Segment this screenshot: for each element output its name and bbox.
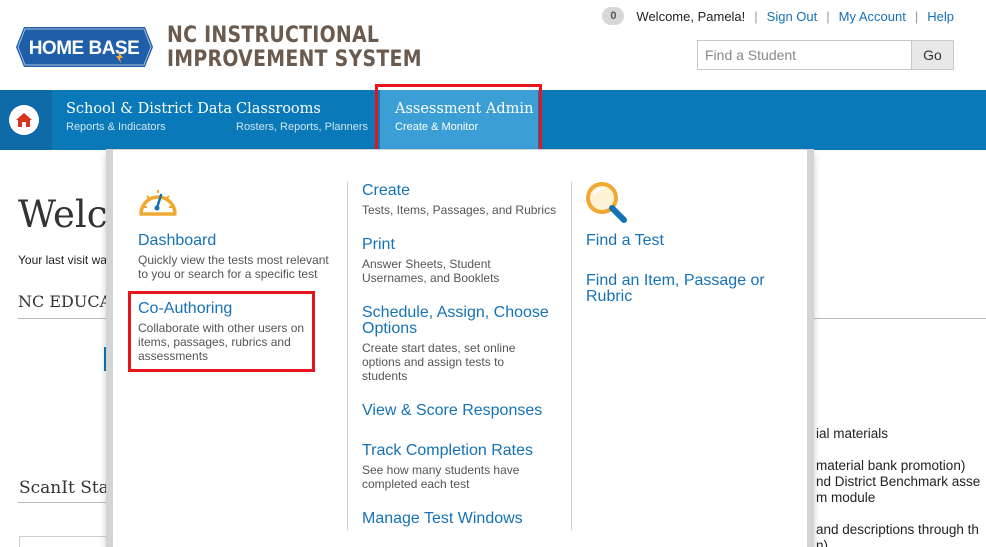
home-button[interactable] <box>9 105 39 135</box>
home-icon <box>16 113 32 127</box>
separator: | <box>914 8 919 24</box>
divider <box>18 502 108 503</box>
track-desc: See how many students have <box>362 463 520 477</box>
manage-test-windows-link[interactable]: Manage Test Windows <box>362 511 523 527</box>
track-desc: completed each test <box>362 477 470 491</box>
create-desc: Tests, Items, Passages, and Rubrics <box>362 203 557 217</box>
view-score-responses-link[interactable]: View & Score Responses <box>362 403 542 419</box>
sign-out-link[interactable]: Sign Out <box>767 9 818 24</box>
schedule-assign-link[interactable]: Schedule, Assign, Choose <box>362 305 549 321</box>
coauthoring-desc: items, passages, rubrics and <box>138 335 291 349</box>
announcement-text: ial materials <box>816 426 889 441</box>
system-title: NC INSTRUCTIONAL IMPROVEMENT SYSTEM <box>167 24 422 72</box>
nav-classrooms[interactable]: Classrooms Rosters, Reports, Planners <box>236 90 368 150</box>
dashboard-desc: Quickly view the tests most relevant <box>138 253 329 267</box>
divider <box>813 318 986 319</box>
column-divider <box>571 182 572 530</box>
system-title-line1: NC INSTRUCTIONAL <box>167 23 380 48</box>
home-tab[interactable] <box>0 90 52 150</box>
utility-bar: 0 Welcome, Pamela! | Sign Out | My Accou… <box>602 7 954 25</box>
announcement-text: material bank promotion) <box>816 458 966 473</box>
nav-item-subtitle: Reports & Indicators <box>66 121 166 133</box>
coauthoring-desc: assessments <box>138 349 209 363</box>
track-completion-link[interactable]: Track Completion Rates <box>362 443 533 459</box>
scanit-heading: ScanIt Sta <box>19 478 109 498</box>
home-base-logo[interactable]: HOME BASE <box>16 27 153 67</box>
nav-item-title: School & District Data <box>66 101 233 117</box>
coauthoring-desc: Collaborate with other users on <box>138 321 305 335</box>
speedometer-icon <box>139 190 177 216</box>
announcement-text: m module <box>816 490 876 505</box>
page-heading: Welc <box>18 193 108 236</box>
nav-item-title: Classrooms <box>236 101 321 117</box>
dashboard-link[interactable]: Dashboard <box>138 233 216 249</box>
find-student-input[interactable] <box>697 40 911 70</box>
highlight-box-assessment-admin <box>375 84 542 159</box>
announcement-text: nd District Benchmark asse <box>816 474 981 489</box>
system-title-line2: IMPROVEMENT SYSTEM <box>167 47 422 72</box>
coauthoring-link[interactable]: Co-Authoring <box>138 301 232 317</box>
announcement-text: and descriptions through th <box>816 522 979 537</box>
print-desc: Usernames, and Booklets <box>362 271 500 285</box>
magnifier-icon <box>586 182 627 223</box>
my-account-link[interactable]: My Account <box>839 9 906 24</box>
help-link[interactable]: Help <box>927 9 954 24</box>
notification-badge[interactable]: 0 <box>602 7 625 25</box>
logo-text: HOME BASE <box>29 38 140 59</box>
scanit-panel <box>19 536 109 547</box>
find-item-link[interactable]: Rubric <box>586 289 632 305</box>
divider <box>18 318 108 319</box>
print-link[interactable]: Print <box>362 237 395 253</box>
announcement-text: n) <box>816 538 829 547</box>
dashboard-desc: to you or search for a specific test <box>138 267 318 281</box>
create-link[interactable]: Create <box>362 183 410 199</box>
schedule-assign-link[interactable]: Options <box>362 321 417 337</box>
separator: | <box>754 8 758 24</box>
schedule-desc: students <box>362 369 408 383</box>
nc-section-heading: NC EDUCA <box>18 292 112 311</box>
separator: | <box>826 8 830 24</box>
nav-school-district-data[interactable]: School & District Data Reports & Indicat… <box>66 90 232 150</box>
welcome-text: Welcome, Pamela! <box>636 8 746 24</box>
go-button[interactable]: Go <box>911 40 954 70</box>
find-item-link[interactable]: Find an Item, Passage or <box>586 273 765 289</box>
schedule-desc: Create start dates, set online <box>362 341 516 355</box>
tab-indicator <box>104 347 106 371</box>
student-search: Go <box>697 40 954 70</box>
find-test-link[interactable]: Find a Test <box>586 233 664 249</box>
schedule-desc: options and assign tests to <box>362 355 505 369</box>
nav-item-subtitle: Rosters, Reports, Planners <box>236 121 369 133</box>
print-desc: Answer Sheets, Student <box>362 257 491 271</box>
column-divider <box>347 182 348 530</box>
page: HOME BASE NC INSTRUCTIONAL IMPROVEMENT S… <box>0 0 986 547</box>
last-visit-text: Your last visit wa <box>18 253 107 267</box>
